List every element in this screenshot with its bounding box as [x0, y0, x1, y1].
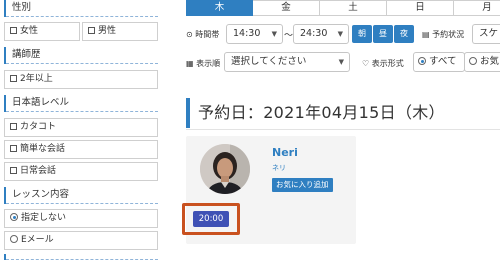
- checkbox-2-years-plus[interactable]: 2年以上: [4, 70, 158, 89]
- day-tab-fri[interactable]: 金: [253, 0, 320, 16]
- checkbox-icon: [10, 75, 17, 82]
- reserve-status-label: ▤ 予約状況: [422, 29, 464, 40]
- checkbox-label: 男性: [98, 26, 117, 36]
- day-tab-thu[interactable]: 木: [186, 0, 253, 16]
- format-all-label: すべて: [429, 56, 457, 67]
- checkbox-icon: [10, 27, 17, 34]
- radio-label: 指定しない: [21, 213, 67, 223]
- chevron-down-icon: ▼: [337, 30, 343, 38]
- add-favorite-button[interactable]: お気に入り追加: [272, 178, 333, 192]
- teacher-photo: [200, 144, 250, 194]
- checkbox-daily-conversation[interactable]: 日常会話: [4, 162, 158, 181]
- calendar-icon: ▤: [422, 30, 430, 39]
- checkbox-icon: [10, 167, 17, 174]
- radio-not-specified[interactable]: 指定しない: [4, 209, 158, 228]
- time-to-select[interactable]: 24:30 ▼: [293, 24, 349, 44]
- reservation-date-heading: 予約日：2021年04月15日（木）: [186, 98, 500, 130]
- night-button[interactable]: 夜: [394, 25, 414, 43]
- checkbox-label: 2年以上: [20, 74, 53, 84]
- section-title-next: [4, 254, 158, 260]
- day-tab-sat[interactable]: 土: [320, 0, 387, 16]
- heart-icon: ♡: [362, 59, 370, 68]
- reserve-status-value: スケ: [479, 28, 499, 39]
- display-order-label: ▦ 表示順: [186, 58, 220, 69]
- clock-icon: ⊙: [186, 30, 193, 39]
- time-to-value: 24:30: [300, 28, 328, 39]
- section-title-teaching-history: 講師歴: [4, 47, 158, 64]
- display-order-placeholder: 選択してください: [231, 56, 307, 67]
- checkbox-icon: [10, 145, 17, 152]
- checkbox-label: 簡単な会話: [20, 144, 66, 154]
- checkbox-label: 日常会話: [20, 166, 57, 176]
- format-fav-radio[interactable]: お気: [464, 52, 500, 72]
- checkbox-icon: [88, 27, 95, 34]
- radio-email[interactable]: Eメール: [4, 231, 158, 250]
- display-format-label-text: 表示形式: [371, 59, 404, 68]
- reserve-status-label-text: 予約状況: [432, 30, 465, 39]
- checkbox-female[interactable]: 女性: [4, 22, 80, 41]
- display-order-select[interactable]: 選択してください ▼: [224, 52, 350, 72]
- chevron-down-icon: ▼: [338, 58, 344, 66]
- time-from-select[interactable]: 14:30 ▼: [226, 24, 283, 44]
- avatar[interactable]: [200, 144, 250, 194]
- radio-icon: [10, 235, 18, 243]
- range-separator: ～: [284, 31, 294, 41]
- display-format-label: ♡ 表示形式: [362, 58, 404, 69]
- time-from-value: 14:30: [233, 28, 261, 39]
- display-order-label-text: 表示順: [196, 59, 221, 68]
- checkbox-label: 女性: [20, 26, 39, 36]
- format-all-radio[interactable]: すべて: [413, 52, 465, 72]
- section-title-japanese-level: 日本語レベル: [4, 95, 158, 112]
- morning-button[interactable]: 朝: [352, 25, 372, 43]
- main-content: 木 金 土 日 月 ⊙ 時間帯 14:30 ▼ ～ 24:30 ▼ 朝 昼 夜 …: [166, 0, 500, 260]
- teacher-name-kana: ネリ: [272, 164, 286, 172]
- radio-selected-icon: [418, 57, 426, 65]
- radio-selected-icon: [10, 213, 18, 221]
- time-range-label-text: 時間帯: [195, 30, 220, 39]
- format-fav-label: お気: [480, 56, 500, 67]
- day-tab-mon[interactable]: 月: [454, 0, 500, 16]
- checkbox-icon: [10, 123, 17, 130]
- section-title-gender: 性別: [4, 0, 158, 17]
- time-range-label: ⊙ 時間帯: [186, 29, 219, 40]
- section-title-lesson-content: レッスン内容: [4, 187, 158, 204]
- reserve-status-select[interactable]: スケ: [472, 24, 500, 44]
- checkbox-male[interactable]: 男性: [82, 22, 158, 41]
- day-tab-sun[interactable]: 日: [387, 0, 454, 16]
- noon-button[interactable]: 昼: [373, 25, 393, 43]
- checkbox-simple-conversation[interactable]: 簡単な会話: [4, 140, 158, 159]
- checkbox-label: カタコト: [20, 122, 57, 132]
- time-slot-button[interactable]: 20:00: [193, 211, 229, 227]
- filter-sidebar: 性別 女性 男性 講師歴 2年以上 日本語レベル カタコト 簡単な会話 日常会話…: [0, 0, 166, 260]
- grid-icon: ▦: [186, 59, 194, 68]
- teacher-name[interactable]: Neri: [272, 146, 298, 159]
- chevron-down-icon: ▼: [271, 30, 277, 38]
- radio-label: Eメール: [21, 235, 54, 245]
- radio-icon: [469, 57, 477, 65]
- day-tabs: 木 金 土 日 月: [186, 0, 500, 16]
- checkbox-katakoto[interactable]: カタコト: [4, 118, 158, 137]
